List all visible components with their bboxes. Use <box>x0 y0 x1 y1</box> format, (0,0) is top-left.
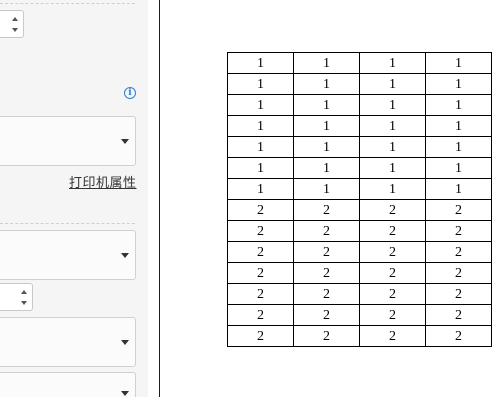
table-cell: 2 <box>359 325 426 347</box>
table-cell: 1 <box>293 136 360 158</box>
table-row: 2222 <box>227 220 492 242</box>
decrement-arrow-icon[interactable] <box>12 27 18 32</box>
table-row: 2222 <box>227 199 492 221</box>
table-cell: 2 <box>227 199 294 221</box>
table-cell: 2 <box>227 262 294 284</box>
section-divider <box>0 223 135 224</box>
copies-spinbox[interactable] <box>0 10 24 38</box>
table-cell: 1 <box>293 94 360 116</box>
chevron-down-icon <box>121 391 129 396</box>
print-preview-area: 1111111111111111111111111111222222222222… <box>160 0 496 397</box>
table-cell: 2 <box>293 304 360 326</box>
table-cell: 1 <box>293 52 360 74</box>
table-row: 2222 <box>227 304 492 326</box>
page-range-select[interactable] <box>0 230 136 280</box>
section-divider <box>0 3 135 4</box>
table-cell: 2 <box>293 220 360 242</box>
table-cell: 1 <box>293 157 360 179</box>
table-cell: 2 <box>425 304 492 326</box>
table-cell: 2 <box>425 283 492 305</box>
table-cell: 1 <box>359 136 426 158</box>
table-cell: 1 <box>227 157 294 179</box>
table-row: 2222 <box>227 283 492 305</box>
chevron-down-icon <box>121 253 129 258</box>
table-cell: 2 <box>359 262 426 284</box>
table-cell: 2 <box>227 241 294 263</box>
table-cell: 2 <box>425 220 492 242</box>
table-cell: 1 <box>425 136 492 158</box>
table-row: 1111 <box>227 136 492 158</box>
table-cell: 1 <box>359 178 426 200</box>
increment-arrow-icon[interactable] <box>21 289 27 294</box>
settings-scrollbar[interactable] <box>148 0 159 397</box>
table-cell: 1 <box>359 115 426 137</box>
table-cell: 1 <box>227 115 294 137</box>
table-row: 1111 <box>227 52 492 74</box>
table-cell: 1 <box>227 136 294 158</box>
table-cell: 2 <box>359 304 426 326</box>
table-cell: 2 <box>293 283 360 305</box>
info-icon[interactable]: i <box>124 87 136 99</box>
table-row: 2222 <box>227 241 492 263</box>
table-row: 1111 <box>227 157 492 179</box>
table-cell: 1 <box>425 73 492 95</box>
paper-size-select[interactable] <box>0 372 136 397</box>
table-cell: 1 <box>425 178 492 200</box>
table-cell: 1 <box>293 178 360 200</box>
table-cell: 1 <box>425 94 492 116</box>
table-cell: 1 <box>425 115 492 137</box>
table-row: 1111 <box>227 115 492 137</box>
table-cell: 1 <box>359 94 426 116</box>
orientation-select[interactable] <box>0 317 136 367</box>
table-cell: 1 <box>425 52 492 74</box>
increment-arrow-icon[interactable] <box>12 16 18 21</box>
table-cell: 1 <box>227 178 294 200</box>
table-row: 1111 <box>227 73 492 95</box>
table-row: 1111 <box>227 94 492 116</box>
table-cell: 2 <box>293 262 360 284</box>
table-cell: 2 <box>293 241 360 263</box>
table-cell: 2 <box>425 241 492 263</box>
table-cell: 1 <box>425 157 492 179</box>
table-cell: 2 <box>227 325 294 347</box>
printer-select[interactable] <box>0 116 136 166</box>
table-cell: 2 <box>227 304 294 326</box>
pages-spinbox[interactable] <box>0 283 33 311</box>
table-cell: 2 <box>359 199 426 221</box>
chevron-down-icon <box>121 340 129 345</box>
printer-properties-link[interactable]: 打印机属性 <box>69 172 137 191</box>
table-row: 1111 <box>227 178 492 200</box>
table-cell: 1 <box>227 52 294 74</box>
table-cell: 2 <box>359 220 426 242</box>
table-cell: 2 <box>227 283 294 305</box>
table-cell: 2 <box>425 199 492 221</box>
table-row: 2222 <box>227 325 492 347</box>
table-cell: 1 <box>227 73 294 95</box>
table-cell: 1 <box>359 52 426 74</box>
table-cell: 1 <box>227 94 294 116</box>
table-cell: 1 <box>359 73 426 95</box>
table-cell: 1 <box>293 115 360 137</box>
table-cell: 2 <box>293 325 360 347</box>
print-settings-pane: i 打印机属性 <box>0 0 148 397</box>
decrement-arrow-icon[interactable] <box>21 300 27 305</box>
preview-table: 1111111111111111111111111111222222222222… <box>227 52 492 347</box>
table-cell: 2 <box>425 325 492 347</box>
table-cell: 2 <box>359 283 426 305</box>
table-cell: 1 <box>359 157 426 179</box>
table-cell: 1 <box>293 73 360 95</box>
table-row: 2222 <box>227 262 492 284</box>
chevron-down-icon <box>121 139 129 144</box>
table-cell: 2 <box>359 241 426 263</box>
table-cell: 2 <box>227 220 294 242</box>
table-cell: 2 <box>293 199 360 221</box>
table-cell: 2 <box>425 262 492 284</box>
